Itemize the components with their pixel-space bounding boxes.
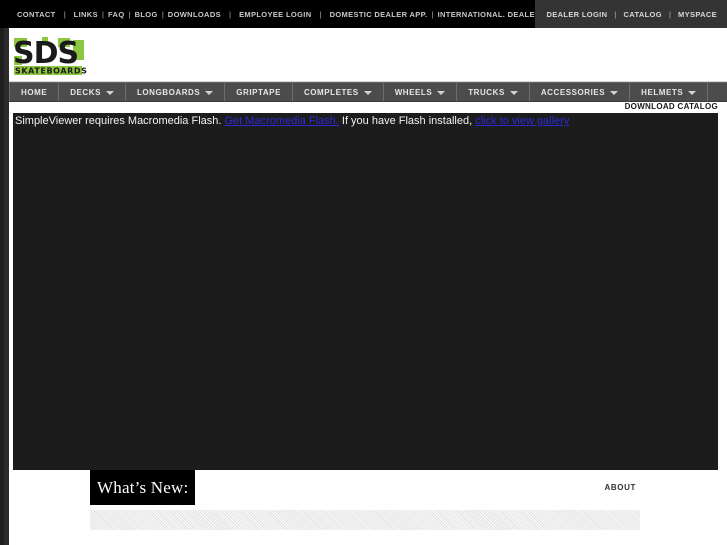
nav-item-label: DECKS: [70, 87, 101, 97]
logo-icon: SDS SKATEBOARDS: [13, 36, 88, 76]
nav-item-label: TRUCKS: [468, 87, 505, 97]
whats-new-box: What’s New:: [90, 470, 195, 505]
topnav-link-links[interactable]: LINKS: [74, 10, 98, 19]
get-macromedia-flash-link[interactable]: Get Macromedia Flash.: [225, 115, 339, 127]
site-header: SDS SKATEBOARDS: [9, 28, 727, 82]
nav-item-trucks[interactable]: TRUCKS: [457, 83, 530, 101]
flash-required-message: SimpleViewer requires Macromedia Flash. …: [15, 114, 569, 128]
top-utility-bar: CONTACT | LINKS | FAQ | BLOG | DOWNLOADS…: [0, 0, 727, 28]
chevron-down-icon: [205, 90, 214, 95]
topnav-separator: |: [128, 9, 131, 19]
page-left-edge-inner: [0, 28, 4, 545]
nav-item-griptape[interactable]: GRIPTAPE: [225, 83, 293, 101]
catalog-strip: DOWNLOAD CATALOG: [9, 102, 727, 113]
nav-item-decks[interactable]: DECKS: [59, 83, 126, 101]
chevron-down-icon: [688, 90, 697, 95]
topnav-separator: |: [431, 9, 434, 19]
topnav-separator: |: [319, 9, 322, 19]
topnav-link-domestic-dealer-app[interactable]: DOMESTIC DEALER APP.: [330, 10, 428, 19]
chevron-down-icon: [105, 90, 114, 95]
nav-item-label: COMPLETES: [303, 87, 359, 97]
chevron-down-icon: [610, 90, 619, 95]
download-catalog-link[interactable]: DOWNLOAD CATALOG: [625, 102, 718, 111]
topnav-link-employee-login[interactable]: EMPLOYEE LOGIN: [239, 10, 311, 19]
chevron-down-icon: [363, 90, 372, 95]
topnav-separator: |: [668, 9, 672, 19]
nav-item-wheels[interactable]: WHEELS: [384, 83, 458, 101]
page-left-edge-strip: [0, 28, 9, 545]
nav-item-label: GRIPTAPE: [236, 87, 281, 97]
nav-item-label: LONGBOARDS: [136, 87, 201, 97]
nav-item-label: ACCESSORIES: [540, 87, 606, 97]
click-to-view-gallery-link[interactable]: click to view gallery: [475, 115, 569, 127]
topnav-separator: |: [101, 9, 105, 19]
chevron-down-icon: [437, 90, 446, 95]
nav-filler: [708, 83, 727, 101]
nav-item-helmets[interactable]: HELMETS: [630, 83, 709, 101]
nav-item-longboards[interactable]: LONGBOARDS: [126, 83, 226, 101]
nav-item-label: HELMETS: [641, 87, 684, 97]
chevron-down-icon: [509, 90, 518, 95]
topnav-link-dealer-login[interactable]: DEALER LOGIN: [547, 10, 608, 19]
topnav-link-faq[interactable]: FAQ: [108, 10, 124, 19]
main-navigation: HOME DECKS LONGBOARDS GRIPTAPE COMPLETES…: [9, 82, 727, 102]
svg-text:SKATEBOARDS: SKATEBOARDS: [15, 67, 88, 76]
nav-item-label: WHEELS: [394, 87, 433, 97]
topnav-link-myspace[interactable]: MYSPACE: [678, 10, 717, 19]
about-link[interactable]: ABOUT: [605, 483, 636, 492]
nav-item-completes[interactable]: COMPLETES: [293, 83, 384, 101]
topnav-separator: |: [63, 9, 66, 19]
nav-item-home[interactable]: HOME: [9, 83, 60, 101]
flash-message-part2: If you have Flash installed,: [341, 115, 473, 127]
topnav-link-catalog[interactable]: CATALOG: [623, 10, 661, 19]
topnav-separator: |: [161, 9, 164, 19]
nav-item-accessories[interactable]: ACCESSORIES: [530, 83, 631, 101]
whats-new-label: What’s New:: [97, 477, 189, 497]
topnav-separator: |: [614, 9, 617, 19]
flash-message-part1: SimpleViewer requires Macromedia Flash.: [15, 115, 222, 127]
topnav-link-downloads[interactable]: DOWNLOADS: [168, 10, 221, 19]
nav-item-label: HOME: [21, 87, 48, 97]
top-utility-links-left: CONTACT | LINKS | FAQ | BLOG | DOWNLOADS…: [0, 0, 561, 28]
topnav-link-contact[interactable]: CONTACT: [17, 10, 56, 19]
content-placeholder-strip: [90, 510, 640, 530]
topnav-separator: |: [228, 9, 232, 19]
sds-skateboards-logo[interactable]: SDS SKATEBOARDS: [12, 32, 90, 78]
topnav-link-blog[interactable]: BLOG: [135, 10, 158, 19]
top-utility-links-right: DEALER LOGIN | CATALOG | MYSPACE: [534, 0, 727, 28]
flash-gallery-area[interactable]: SimpleViewer requires Macromedia Flash. …: [13, 113, 718, 470]
